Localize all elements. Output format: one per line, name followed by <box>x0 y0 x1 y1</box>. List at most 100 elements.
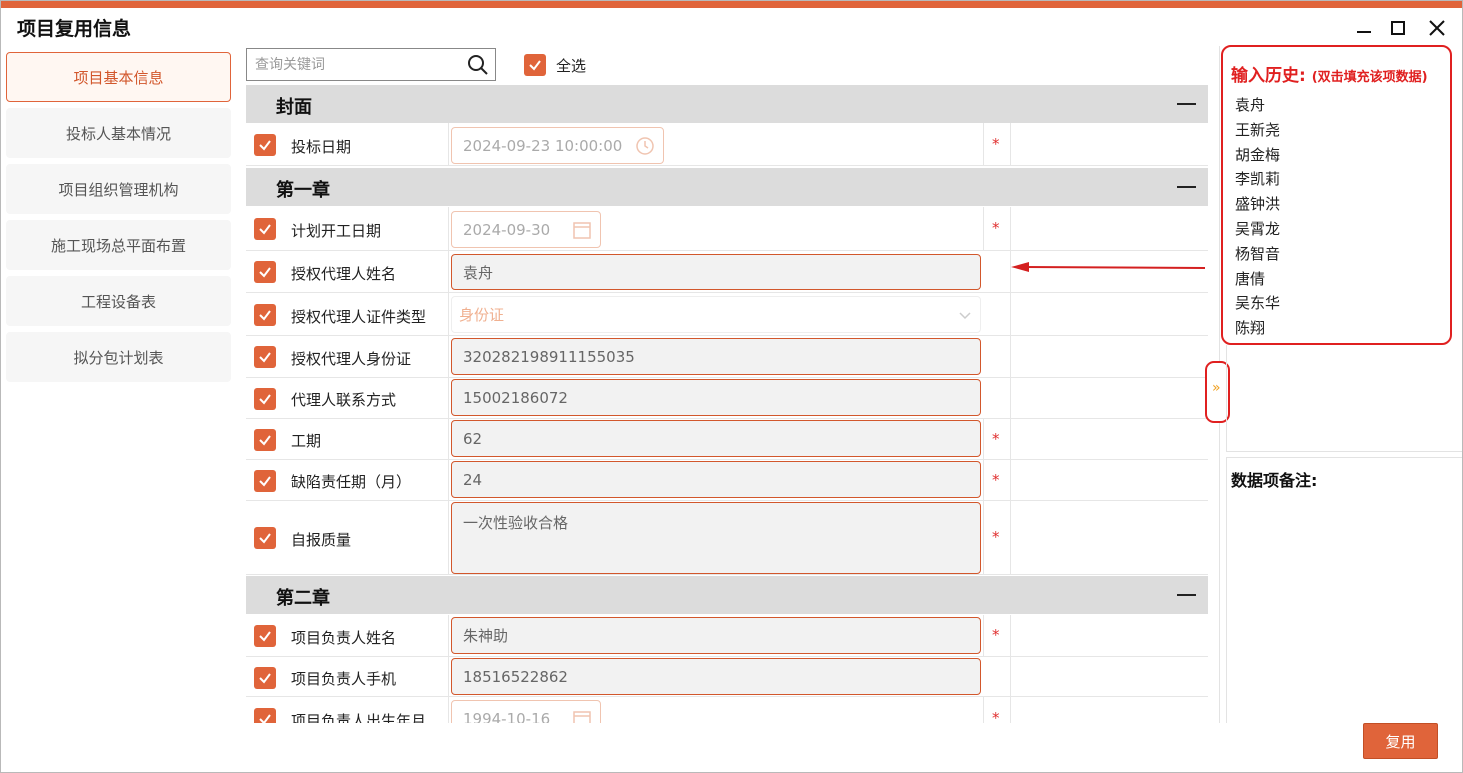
reuse-button[interactable]: 复用 <box>1363 723 1438 759</box>
calendar-icon <box>573 710 591 723</box>
section-title: 封面 <box>276 97 312 118</box>
collapse-icon[interactable] <box>1177 103 1196 105</box>
search-input[interactable] <box>247 49 457 80</box>
nav-item-subcontract-plan[interactable]: 拟分包计划表 <box>6 332 231 382</box>
nav-item-project-organization[interactable]: 项目组织管理机构 <box>6 164 231 214</box>
close-button[interactable] <box>1422 13 1452 43</box>
date-field[interactable]: 2024-09-23 10:00:00 <box>451 127 664 164</box>
row-checkbox[interactable] <box>254 470 276 492</box>
field-label: 缺陷责任期（月） <box>291 473 412 491</box>
field-value: 身份证 <box>459 306 505 324</box>
search-box <box>246 48 496 81</box>
history-item[interactable]: 唐倩 <box>1235 267 1280 292</box>
maximize-button[interactable] <box>1383 13 1413 43</box>
row-checkbox[interactable] <box>254 261 276 283</box>
row-checkbox[interactable] <box>254 527 276 549</box>
history-item[interactable]: 胡金梅 <box>1235 143 1280 168</box>
form-row: 工期 62 * <box>246 419 1208 460</box>
section-header: 封面 <box>246 85 1208 123</box>
required-mark: * <box>992 626 1000 644</box>
form-row: 项目负责人手机 18516522862 <box>246 657 1208 697</box>
textarea-field[interactable]: 一次性验收合格 <box>451 502 981 574</box>
history-title-text: 输入历史: <box>1231 66 1306 86</box>
field-label: 项目负责人姓名 <box>291 629 397 647</box>
row-checkbox[interactable] <box>254 218 276 240</box>
text-field[interactable]: 24 <box>451 461 981 498</box>
form-row: 计划开工日期 2024-09-30 * <box>246 207 1208 251</box>
row-checkbox[interactable] <box>254 134 276 156</box>
form-area: 封面 投标日期 2024-09-23 10:00:00 * 第一章 计划开工日期 <box>246 85 1208 723</box>
row-checkbox[interactable] <box>254 429 276 451</box>
checkmark-icon <box>259 476 271 487</box>
required-mark: * <box>992 219 1000 237</box>
history-item[interactable]: 王新尧 <box>1235 118 1280 143</box>
checkmark-icon <box>529 60 541 71</box>
form-row: 项目负责人出生年月 1994-10-16 * <box>246 697 1208 723</box>
arrow-icon <box>1011 262 1206 272</box>
nav-item-equipment-table[interactable]: 工程设备表 <box>6 276 231 326</box>
field-label: 代理人联系方式 <box>291 391 397 409</box>
checkmark-icon <box>259 267 271 278</box>
date-field[interactable]: 2024-09-30 <box>451 211 601 248</box>
field-label: 授权代理人身份证 <box>291 350 412 368</box>
nav-item-site-layout[interactable]: 施工现场总平面布置 <box>6 220 231 270</box>
history-item[interactable]: 吴东华 <box>1235 291 1280 316</box>
row-checkbox[interactable] <box>254 388 276 410</box>
history-item[interactable]: 陈翔 <box>1235 316 1280 341</box>
history-subtitle: (双击填充该项数据) <box>1311 70 1428 85</box>
history-title: 输入历史: (双击填充该项数据) <box>1231 61 1428 86</box>
minimize-button[interactable] <box>1349 13 1379 43</box>
row-checkbox[interactable] <box>254 304 276 326</box>
checkmark-icon <box>259 435 271 446</box>
checkmark-icon <box>259 714 271 723</box>
panel-divider <box>1226 345 1227 451</box>
text-field[interactable]: 62 <box>451 420 981 457</box>
select-field[interactable]: 身份证 <box>451 296 981 333</box>
nav-item-project-basic-info[interactable]: 项目基本信息 <box>6 52 231 102</box>
form-row: 授权代理人证件类型 身份证 <box>246 293 1208 336</box>
select-all-toggle[interactable]: 全选 <box>524 54 586 76</box>
text-field[interactable]: 袁舟 <box>451 254 981 290</box>
select-all-label: 全选 <box>556 56 587 75</box>
history-list: 袁舟 王新尧 胡金梅 李凯莉 盛钟洪 吴霄龙 杨智音 唐倩 吴东华 陈翔 <box>1235 93 1280 341</box>
field-value: 18516522862 <box>463 667 568 686</box>
select-all-checkbox[interactable] <box>524 54 546 76</box>
row-checkbox[interactable] <box>254 625 276 647</box>
row-checkbox[interactable] <box>254 346 276 368</box>
text-field[interactable]: 18516522862 <box>451 658 981 695</box>
text-field[interactable]: 15002186072 <box>451 379 981 416</box>
input-history-panel: 输入历史: (双击填充该项数据) 袁舟 王新尧 胡金梅 李凯莉 盛钟洪 吴霄龙 … <box>1221 45 1452 345</box>
form-row: 授权代理人身份证 320282198911155035 <box>246 336 1208 378</box>
date-field[interactable]: 1994-10-16 <box>451 700 601 723</box>
history-item[interactable]: 李凯莉 <box>1235 167 1280 192</box>
text-field[interactable]: 朱神助 <box>451 617 981 654</box>
required-mark: * <box>992 709 1000 723</box>
collapse-icon[interactable] <box>1177 186 1196 188</box>
field-label: 自报质量 <box>291 531 352 549</box>
history-item[interactable]: 袁舟 <box>1235 93 1280 118</box>
history-item[interactable]: 吴霄龙 <box>1235 217 1280 242</box>
history-item[interactable]: 杨智音 <box>1235 242 1280 267</box>
field-label: 授权代理人证件类型 <box>291 308 427 326</box>
notes-title: 数据项备注: <box>1231 471 1318 490</box>
field-value: 15002186072 <box>463 388 568 407</box>
text-field[interactable]: 320282198911155035 <box>451 338 981 375</box>
field-value: 2024-09-30 <box>463 220 551 239</box>
minimize-icon <box>1357 31 1371 33</box>
nav-item-bidder-info[interactable]: 投标人基本情况 <box>6 108 231 158</box>
collapse-icon[interactable] <box>1177 594 1196 596</box>
field-value: 24 <box>463 470 483 489</box>
field-value: 朱神助 <box>463 627 509 645</box>
field-value: 62 <box>463 429 483 448</box>
field-value: 320282198911155035 <box>463 347 635 366</box>
row-checkbox[interactable] <box>254 667 276 689</box>
window: 项目复用信息 项目基本信息 投标人基本情况 项目组织管理机构 施工现场总平面布置… <box>0 0 1463 773</box>
field-value: 2024-09-23 10:00:00 <box>463 136 623 155</box>
section-header: 第二章 <box>246 576 1208 614</box>
checkmark-icon <box>259 140 271 151</box>
search-icon[interactable] <box>467 54 489 76</box>
form-row: 代理人联系方式 15002186072 <box>246 378 1208 419</box>
history-item[interactable]: 盛钟洪 <box>1235 192 1280 217</box>
checkmark-icon <box>259 394 271 405</box>
row-checkbox[interactable] <box>254 708 276 723</box>
